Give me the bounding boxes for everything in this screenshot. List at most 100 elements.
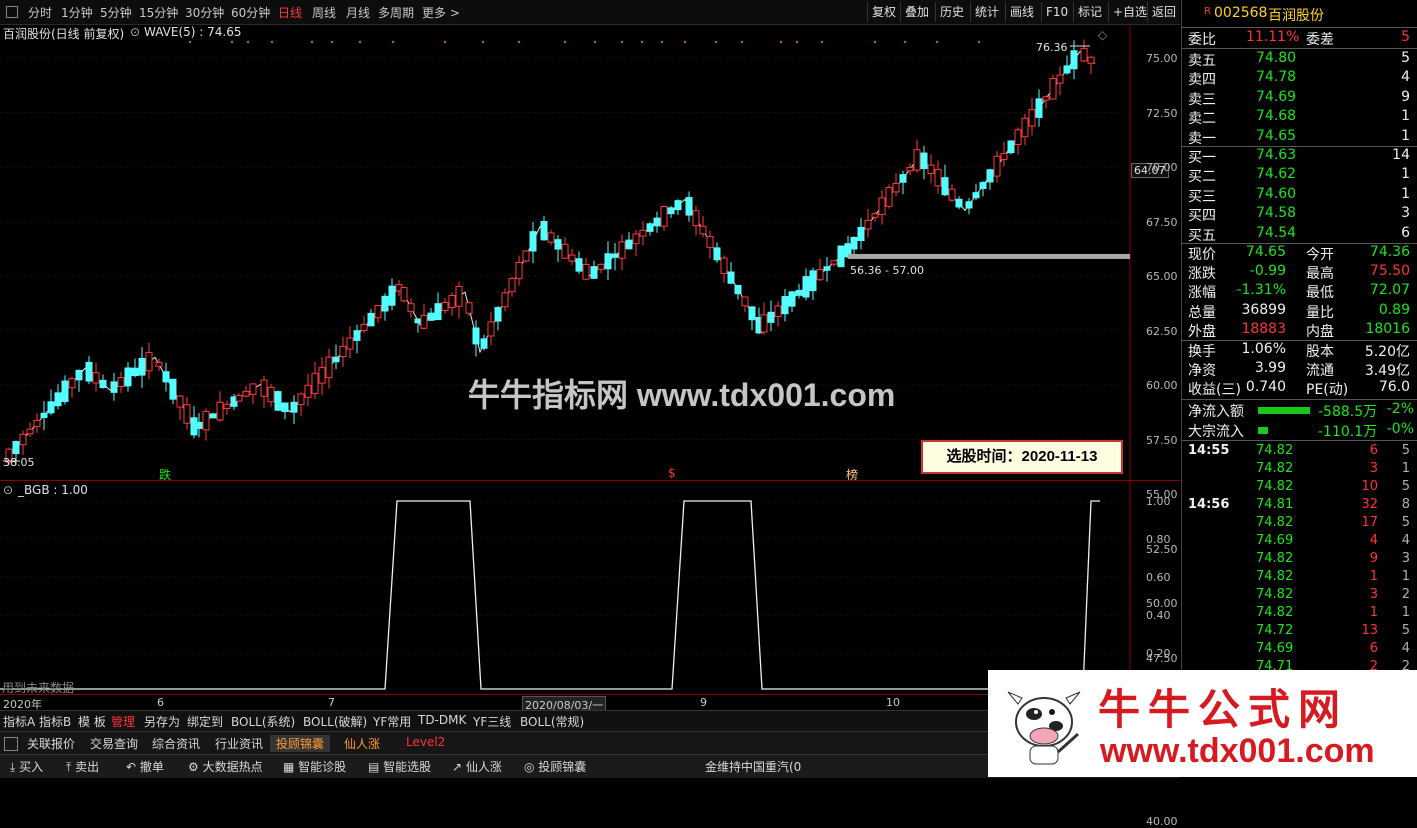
tick-count: 5 — [1401, 515, 1410, 530]
buy-button[interactable]: ⤓ 买入 — [10, 758, 43, 775]
history-button[interactable]: 历史 — [935, 2, 968, 22]
news-ticker[interactable]: 金维持中国重汽(0 — [705, 758, 801, 775]
ask-label: 卖五 — [1188, 53, 1216, 69]
stat-value: 0.740 — [1245, 379, 1286, 396]
period-monthly[interactable]: 月线 — [346, 4, 370, 21]
tab-yf-three[interactable]: YF三线 — [473, 713, 511, 730]
tab-bind-to[interactable]: 绑定到 — [187, 713, 223, 730]
tab-yf-common[interactable]: YF常用 — [373, 713, 411, 730]
bgb-indicator-chart[interactable]: ⊙ _BGB : 1.00 用到未来数据 1.00 0.80 0.60 0.40 0.2… — [0, 480, 1180, 695]
y-tick-label: 1.00 — [1146, 495, 1171, 508]
tick-row: 74.82 1 1 — [1182, 605, 1417, 624]
tab-td-dmk[interactable]: TD-DMK — [418, 713, 466, 727]
bid-label: 买四 — [1188, 208, 1216, 225]
selection-time-box: 选股时间：2020-11-13 — [921, 440, 1123, 474]
panel-toggle-icon[interactable] — [4, 737, 18, 751]
tick-volume: 4 — [1369, 533, 1378, 548]
back-button[interactable]: 返回 — [1147, 2, 1180, 22]
tab-indicator-b[interactable]: 指标B — [39, 713, 71, 730]
tab-industry-news[interactable]: 行业资讯 — [215, 735, 263, 752]
indicator-canvas — [0, 480, 1180, 694]
period-fenshi[interactable]: 分时 — [28, 4, 52, 21]
cancel-order-button[interactable]: ↶ 撤单 — [126, 758, 164, 775]
advisor-button[interactable]: ◎ 投顾锦囊 — [524, 758, 586, 775]
tab-level2[interactable]: Level2 — [406, 735, 445, 749]
ask-price: 74.69 — [1256, 88, 1297, 105]
weibi-value: 11.11% — [1246, 29, 1300, 45]
tab-xianrenzhang[interactable]: 仙人涨 — [344, 735, 380, 752]
tick-time: 14:55 — [1188, 443, 1230, 458]
smart-select-button[interactable]: ▤ 智能选股 — [368, 758, 431, 775]
period-1min[interactable]: 1分钟 — [61, 4, 93, 21]
quote-label: 外盘 — [1188, 323, 1216, 340]
ask-row: 卖三 74.69 9 — [1182, 89, 1417, 108]
y-tick-label: 72.50 — [1146, 106, 1178, 120]
window-icon[interactable] — [6, 6, 18, 18]
tick-volume: 10 — [1361, 479, 1378, 494]
period-daily[interactable]: 日线 — [278, 4, 302, 21]
period-60min[interactable]: 60分钟 — [231, 4, 270, 21]
cow-mascot-icon — [1007, 691, 1081, 765]
tick-volume: 6 — [1369, 443, 1378, 458]
tab-related-quotes[interactable]: 关联报价 — [27, 735, 75, 752]
f10-button[interactable]: F10 — [1041, 2, 1072, 22]
tick-volume: 32 — [1361, 497, 1378, 512]
bid-volume: 14 — [1392, 147, 1410, 163]
quote-row: 涨幅 -1.31% 最低 72.07 — [1182, 282, 1417, 301]
x-label: 7 — [328, 696, 335, 709]
tick-price: 74.82 — [1256, 461, 1294, 476]
quote-row: 现价 74.65 今开 74.36 — [1182, 244, 1417, 263]
quote-value: 18016 — [1365, 320, 1410, 337]
y-tick-label: 60.00 — [1146, 379, 1178, 392]
buy-label: 买入 — [19, 760, 44, 774]
xianrenzhang-button[interactable]: ↗ 仙人涨 — [452, 758, 502, 775]
period-5min[interactable]: 5分钟 — [100, 4, 132, 21]
fuquan-button[interactable]: 复权 — [867, 2, 900, 22]
smart-select-label: 智能选股 — [383, 760, 432, 774]
tick-row: 74.69 4 4 — [1182, 533, 1417, 552]
y-tick-label: 40.00 — [1146, 815, 1178, 828]
period-more[interactable]: 更多 > — [422, 4, 460, 21]
tab-boll-crack[interactable]: BOLL(破解) — [303, 713, 367, 730]
stock-name: 百润股份 — [1268, 8, 1324, 24]
period-weekly[interactable]: 周线 — [312, 4, 336, 21]
ask-volume: 1 — [1401, 127, 1410, 144]
draw-button[interactable]: 画线 — [1005, 2, 1038, 22]
period-30min[interactable]: 30分钟 — [185, 4, 224, 21]
tab-save-as[interactable]: 另存为 — [144, 713, 180, 730]
ask-price: 74.65 — [1256, 127, 1297, 144]
bid-volume: 6 — [1401, 224, 1410, 241]
x-label: 9 — [700, 696, 707, 709]
period-multi[interactable]: 多周期 — [378, 4, 414, 21]
tick-time: 14:56 — [1188, 497, 1230, 512]
tab-indicator-a[interactable]: 指标A — [3, 713, 35, 730]
collapse-icon[interactable]: ⊙ — [3, 483, 13, 497]
tab-news[interactable]: 综合资讯 — [152, 735, 200, 752]
quote-label: 总量 — [1188, 304, 1216, 321]
tab-manage[interactable]: 管理 — [111, 713, 135, 730]
period-15min[interactable]: 15分钟 — [139, 4, 178, 21]
mark-button[interactable]: 标记 — [1073, 2, 1106, 22]
overlay-button[interactable]: 叠加 — [900, 2, 933, 22]
tab-trade-query[interactable]: 交易查询 — [90, 735, 138, 752]
bigdata-button[interactable]: ⚙ 大数据热点 — [188, 758, 263, 775]
bid-volume: 3 — [1401, 205, 1410, 222]
quote-label: 现价 — [1188, 247, 1216, 263]
tab-boll-normal[interactable]: BOLL(常规) — [520, 713, 584, 730]
tab-boll-system[interactable]: BOLL(系统) — [231, 713, 295, 730]
flow-label: 大宗流入 — [1188, 423, 1244, 440]
tab-advisor-tips[interactable]: 投顾锦囊 — [270, 735, 331, 752]
diagnose-button[interactable]: ▦ 智能诊股 — [283, 758, 346, 775]
tick-volume: 1 — [1369, 569, 1378, 584]
diamond-icon[interactable]: ◇ — [1098, 28, 1107, 42]
download-icon: ⤓ — [10, 760, 20, 774]
add-watchlist-button[interactable]: +自选 — [1108, 2, 1151, 22]
bid-price: 74.60 — [1256, 185, 1297, 202]
collapse-icon[interactable]: ⊙ — [130, 25, 140, 39]
stats-button[interactable]: 统计 — [970, 2, 1003, 22]
bid-row: 买五 74.54 6 — [1182, 225, 1417, 244]
sell-button[interactable]: ⤒ 卖出 — [66, 758, 99, 775]
tab-template[interactable]: 模 板 — [78, 713, 106, 730]
bid-label: 买五 — [1188, 227, 1216, 244]
chart-icon: ▦ — [283, 760, 299, 774]
